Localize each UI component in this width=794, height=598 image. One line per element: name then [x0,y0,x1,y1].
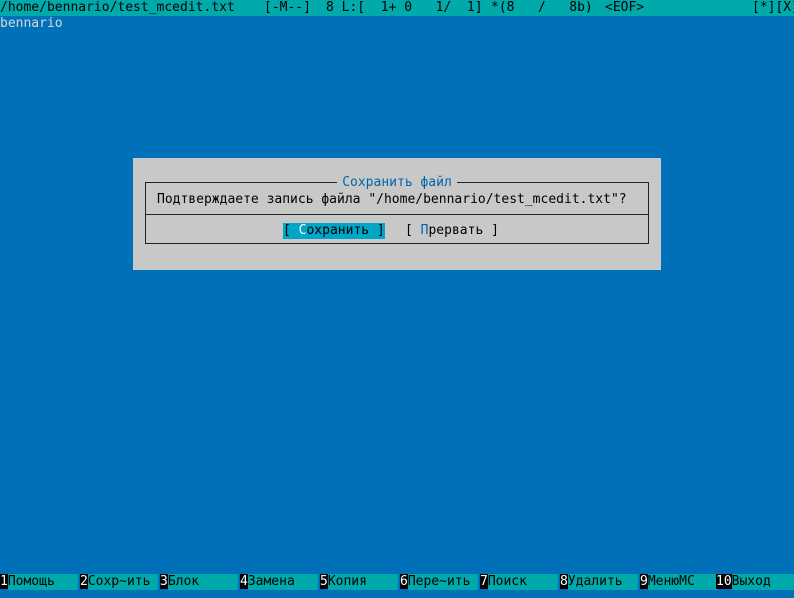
key-label: Помощь [7,574,78,590]
key-label: Замена [247,574,318,590]
key-label: Удалить [567,574,638,590]
key-f1-help[interactable]: 1Помощь [0,574,78,590]
key-label: Поиск [487,574,558,590]
key-label: Сохр~ить [87,574,158,590]
save-button-open: [ [283,223,299,238]
abort-button-open: [ [405,223,421,238]
key-f4-replace[interactable]: 4Замена [240,574,318,590]
dialog-title-row: Сохранить файл [133,175,661,191]
save-button-label: охранить ] [306,223,385,238]
editor-line-1[interactable]: bennario [0,16,794,32]
key-f9-menu[interactable]: 9МенюMC [640,574,718,590]
eof-marker: <EOF> [605,0,645,15]
abort-button-label: рервать ] [428,223,499,238]
key-number: 5 [320,574,328,589]
key-number: 2 [80,574,88,589]
status-bar: /home/bennario/test_mcedit.txt [-M--] 8 … [0,0,794,16]
key-f6-move[interactable]: 6Пере~ить [400,574,478,590]
key-number: 4 [240,574,248,589]
save-dialog: Сохранить файл Подтверждаете запись файл… [133,158,661,270]
key-label: Копия [327,574,398,590]
key-f5-copy[interactable]: 5Копия [320,574,398,590]
save-button[interactable]: [ Сохранить ] [283,223,385,239]
key-number: 1 [0,574,8,589]
char-info: *(8 / 8b) [491,0,593,15]
key-f2-save[interactable]: 2Сохр~ить [80,574,158,590]
dialog-message: Подтверждаете запись файла "/home/bennar… [157,192,627,207]
key-number: 7 [480,574,488,589]
key-label: МенюMC [647,574,718,590]
key-f8-delete[interactable]: 8Удалить [560,574,638,590]
function-key-bar: 1Помощь 2Сохр~ить 3Блок 4Замена 5Копия 6… [0,574,794,590]
key-f10-exit[interactable]: 10Выход [716,574,794,590]
key-number: 9 [640,574,648,589]
key-number: 6 [400,574,408,589]
key-f7-search[interactable]: 7Поиск [480,574,558,590]
cursor-position: 8 L:[ 1+ 0 1/ 1] [326,0,483,15]
key-f3-block[interactable]: 3Блок [160,574,238,590]
key-label: Пере~ить [407,574,478,590]
abort-button[interactable]: [ Прервать ] [405,223,499,239]
bottom-strip [0,590,794,598]
key-number: 3 [160,574,168,589]
key-number: 10 [716,574,732,589]
modified-mode: [-M--] [264,0,311,15]
key-label: Выход [731,574,794,590]
dialog-title: Сохранить файл [337,175,457,190]
dialog-separator [145,214,649,215]
window-controls[interactable]: [*][X] [752,0,794,16]
key-label: Блок [167,574,238,590]
file-path: /home/bennario/test_mcedit.txt [0,0,235,15]
key-number: 8 [560,574,568,589]
